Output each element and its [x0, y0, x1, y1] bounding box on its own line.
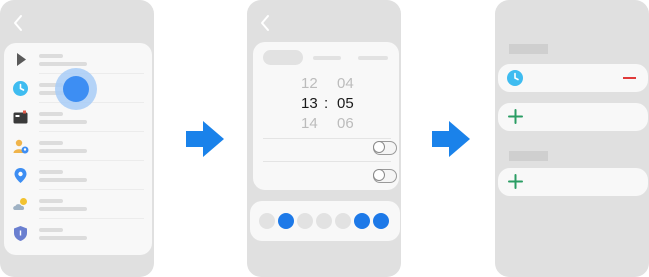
- battery-icon: [13, 110, 28, 124]
- tab-inactive[interactable]: [313, 56, 341, 60]
- time-separator: :: [324, 95, 329, 112]
- day-toggle[interactable]: [259, 213, 275, 229]
- list-item[interactable]: [4, 161, 152, 190]
- shield-icon: [14, 226, 27, 241]
- selected-minute[interactable]: 05: [337, 95, 354, 113]
- right-arrow-icon: [432, 121, 470, 157]
- repeat-days-card: [250, 201, 400, 241]
- day-toggle[interactable]: [278, 213, 294, 229]
- hour-option[interactable]: 14: [301, 115, 318, 133]
- clock-icon: [13, 81, 28, 96]
- plus-icon: [508, 174, 523, 189]
- day-toggle[interactable]: [373, 213, 389, 229]
- touch-indicator-center: [63, 76, 89, 102]
- weather-icon: [13, 198, 27, 210]
- day-toggle[interactable]: [316, 213, 332, 229]
- settings-list-screen: [0, 0, 154, 277]
- section-header: [509, 44, 548, 54]
- minute-option[interactable]: 06: [337, 115, 354, 133]
- section-header: [509, 151, 548, 161]
- hour-option[interactable]: 12: [301, 75, 318, 93]
- toggle-knob: [373, 141, 385, 153]
- divider: [263, 161, 391, 162]
- time-picker-screen: 12 04 13 : 05 14 06: [247, 0, 401, 277]
- back-chevron-icon[interactable]: [11, 13, 25, 33]
- day-toggle[interactable]: [354, 213, 370, 229]
- remove-icon[interactable]: [623, 77, 636, 79]
- day-toggle[interactable]: [297, 213, 313, 229]
- toggle-switch[interactable]: [373, 141, 397, 155]
- schedule-item[interactable]: [498, 64, 648, 92]
- toggle-switch[interactable]: [373, 169, 397, 183]
- location-pin-icon: [14, 168, 27, 183]
- selected-hour[interactable]: 13: [301, 95, 318, 113]
- divider: [263, 138, 391, 139]
- list-item[interactable]: [4, 132, 152, 161]
- list-item[interactable]: [4, 219, 152, 248]
- schedule-list-screen: [495, 0, 649, 277]
- clock-icon: [507, 70, 523, 86]
- day-toggle[interactable]: [335, 213, 351, 229]
- toggle-knob: [373, 169, 385, 181]
- time-picker-card: 12 04 13 : 05 14 06: [253, 42, 399, 190]
- person-location-icon: [13, 139, 29, 154]
- right-arrow-icon: [186, 121, 224, 157]
- plus-icon: [508, 109, 523, 124]
- tab-active[interactable]: [263, 50, 303, 65]
- add-schedule-button[interactable]: [498, 168, 648, 196]
- add-schedule-button[interactable]: [498, 103, 648, 131]
- list-item[interactable]: [4, 190, 152, 219]
- tab-inactive[interactable]: [358, 56, 388, 60]
- play-icon: [17, 53, 26, 66]
- minute-option[interactable]: 04: [337, 75, 354, 93]
- back-chevron-icon[interactable]: [258, 13, 272, 33]
